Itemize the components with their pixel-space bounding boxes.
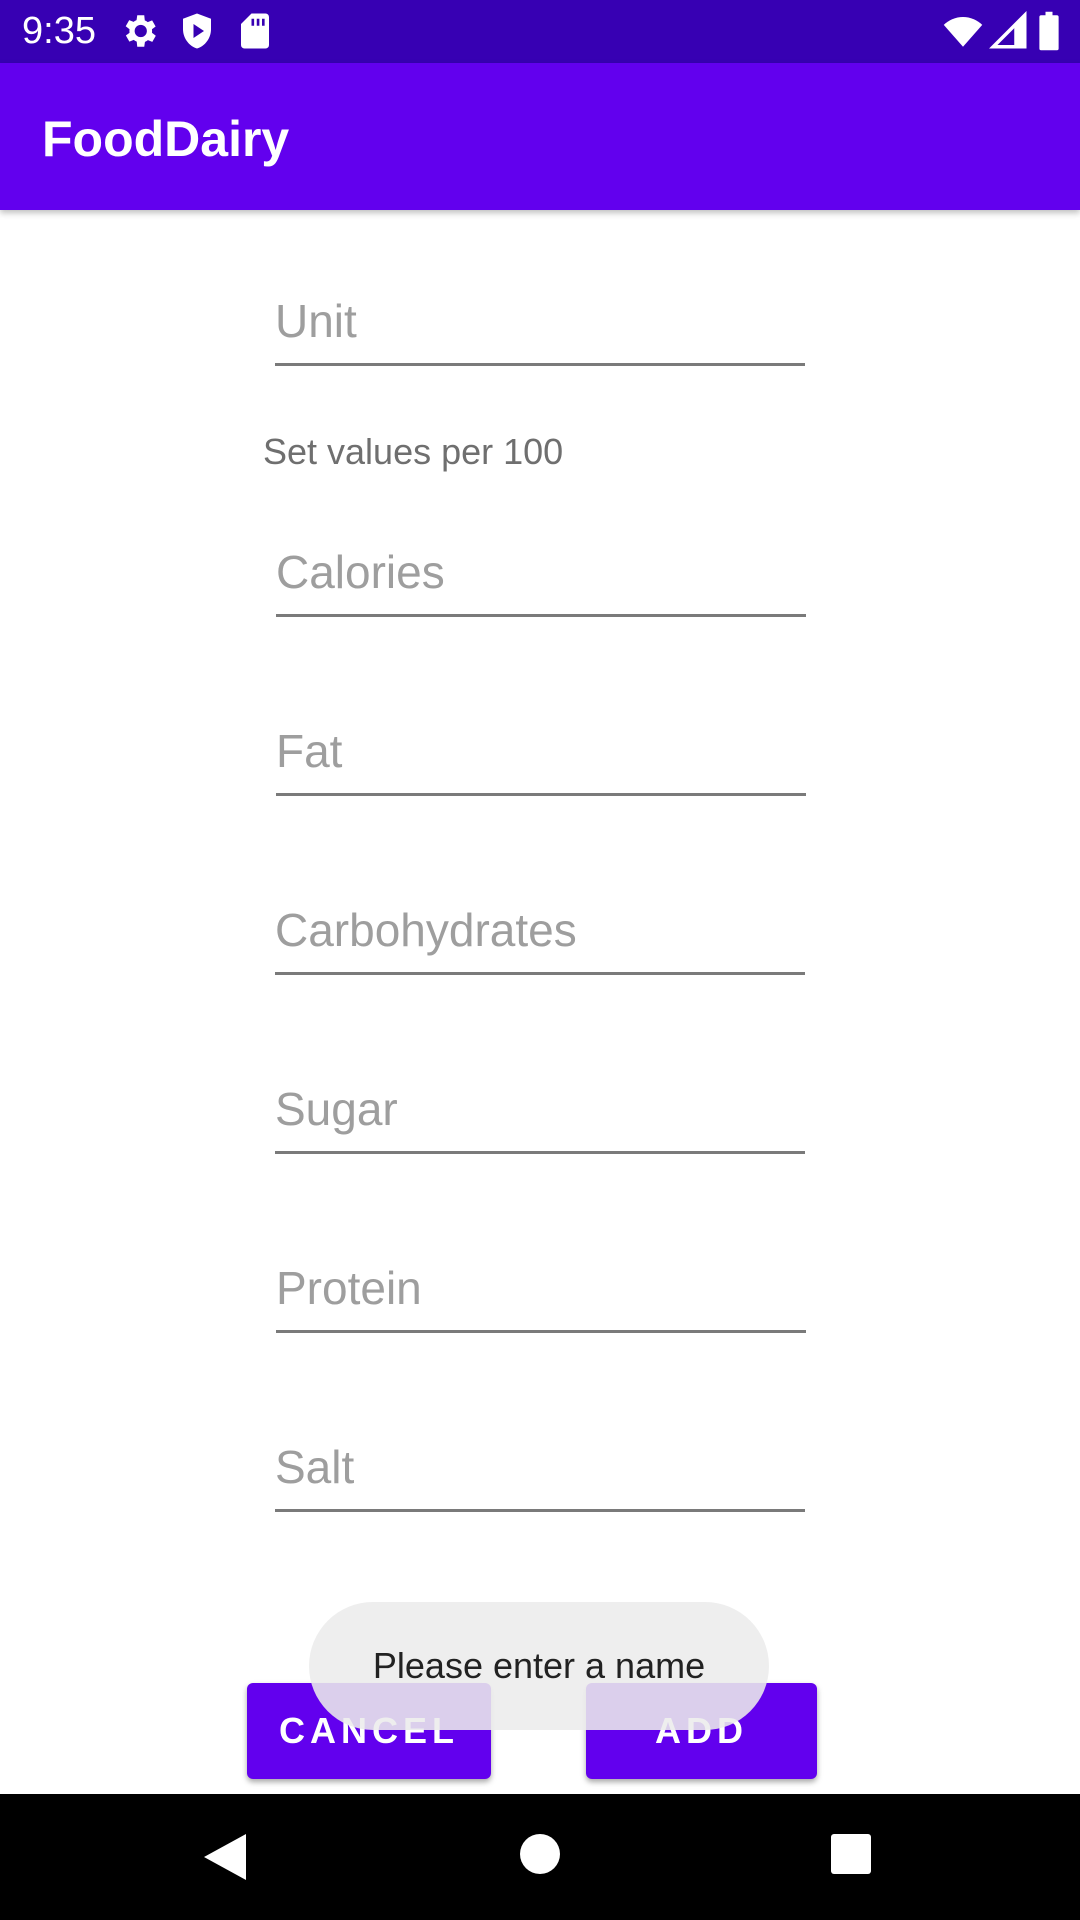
status-bar: 9:35 [0,0,1080,63]
carbohydrates-placeholder: Carbohydrates [275,904,577,956]
shield-play-icon [183,13,211,49]
carbohydrates-field[interactable]: Carbohydrates [275,892,805,975]
per-100-label: Set values per 100 [263,431,564,472]
sugar-placeholder: Sugar [275,1083,398,1135]
gear-icon [125,15,156,47]
sd-card-icon [241,13,269,49]
home-icon[interactable] [519,1833,561,1875]
app-title: FoodDairy [42,111,290,167]
calories-field[interactable]: Calories [276,534,806,617]
protein-placeholder: Protein [276,1262,422,1314]
status-time: 9:35 [22,10,96,52]
fat-field[interactable]: Fat [276,713,806,796]
sugar-field[interactable]: Sugar [275,1071,805,1154]
back-icon[interactable] [202,1832,248,1882]
salt-field[interactable]: Salt [275,1429,805,1512]
battery-icon [1039,11,1059,51]
navigation-bar [0,1794,1080,1920]
salt-placeholder: Salt [275,1441,355,1493]
protein-field[interactable]: Protein [276,1250,806,1333]
signal-icon [989,11,1027,49]
unit-placeholder: Unit [275,295,357,347]
app-bar: FoodDairy [0,63,1080,210]
recents-icon[interactable] [830,1833,872,1875]
unit-field[interactable]: Unit [275,283,805,366]
toast-message: Please enter a name [309,1602,769,1730]
wifi-icon [943,17,983,47]
calories-placeholder: Calories [276,546,445,598]
fat-placeholder: Fat [276,725,343,777]
